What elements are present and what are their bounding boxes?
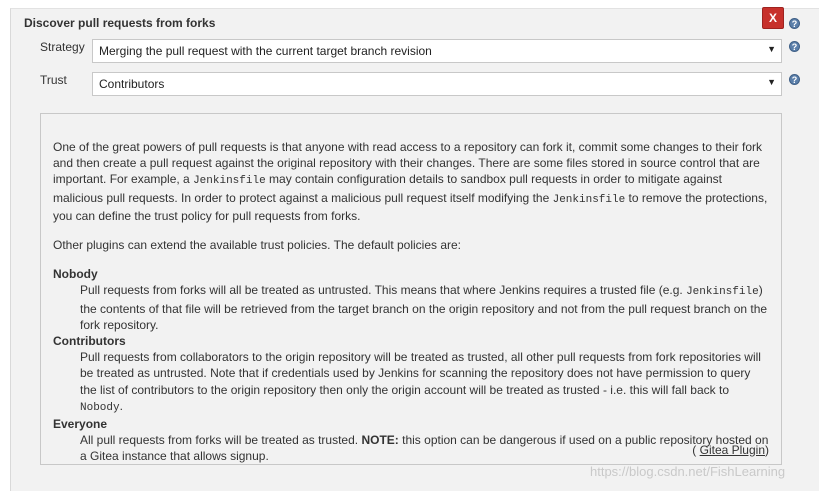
question-circle-icon[interactable]: ?: [789, 18, 800, 29]
question-circle-icon[interactable]: ?: [789, 41, 800, 52]
question-circle-icon[interactable]: ?: [789, 74, 800, 85]
trust-label: Trust: [40, 73, 67, 87]
trust-value: Contributors: [99, 77, 165, 91]
policy-everyone-desc: All pull requests from forks will be tre…: [80, 433, 769, 464]
caret-down-icon: ▼: [767, 44, 776, 54]
policy-nobody-desc: Pull requests from forks will all be tre…: [80, 283, 768, 332]
delete-button[interactable]: X: [762, 7, 784, 29]
help-box: One of the great powers of pull requests…: [40, 113, 782, 465]
policy-contributors-term: Contributors: [53, 334, 126, 349]
caret-down-icon: ▼: [767, 77, 776, 87]
policy-nobody-term: Nobody: [53, 267, 98, 282]
policy-everyone-term: Everyone: [53, 417, 108, 432]
jenkinsfile-code: Jenkinsfile: [552, 193, 626, 206]
help-intro: One of the great powers of pull requests…: [53, 140, 768, 223]
strategy-label: Strategy: [40, 40, 85, 54]
section-title: Discover pull requests from forks: [24, 16, 216, 30]
help-plugins-text: Other plugins can extend the available t…: [53, 238, 462, 253]
jenkinsfile-code: Jenkinsfile: [193, 175, 266, 188]
strategy-select[interactable]: Merging the pull request with the curren…: [92, 39, 782, 63]
plugin-credit: ( Gitea Plugin): [692, 442, 769, 457]
watermark: https://blog.csdn.net/FishLearning: [590, 464, 786, 479]
gitea-plugin-link[interactable]: Gitea Plugin: [700, 443, 765, 457]
trust-select[interactable]: Contributors ▼: [92, 72, 782, 96]
strategy-value: Merging the pull request with the curren…: [99, 44, 432, 58]
policy-contributors-desc: Pull requests from collaborators to the …: [80, 350, 761, 414]
